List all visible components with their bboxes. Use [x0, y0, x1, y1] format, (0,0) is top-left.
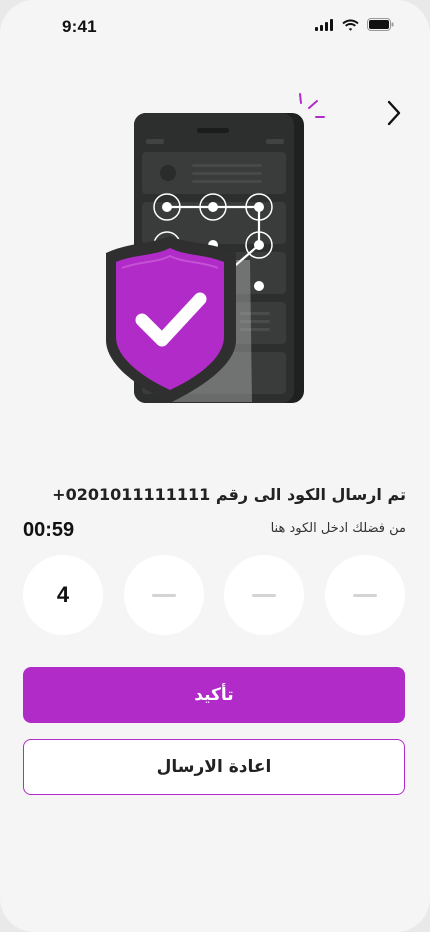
otp-digit-box-2[interactable]	[124, 555, 204, 635]
enter-code-instruction: من فضلك ادخل الكود هنا	[270, 521, 406, 536]
cellular-signal-icon	[315, 18, 333, 31]
sparkle-icon	[299, 93, 325, 118]
empty-digit-placeholder	[353, 593, 377, 597]
code-sent-message: تم ارسال الكود الى رقم 0201011111111+	[52, 485, 406, 504]
wifi-icon	[342, 19, 359, 31]
empty-digit-placeholder	[252, 593, 276, 597]
otp-digit-box-1[interactable]: 4	[23, 555, 103, 635]
otp-digit-value: 4	[56, 582, 70, 607]
battery-icon	[367, 18, 394, 31]
chevron-right-icon[interactable]	[387, 100, 401, 126]
otp-digit-box-3[interactable]	[224, 555, 304, 635]
resend-code-button[interactable]: اعادة الارسال	[23, 739, 405, 795]
otp-digit-box-4[interactable]	[325, 555, 405, 635]
otp-input-group: 4	[23, 555, 405, 635]
status-icons	[315, 18, 394, 31]
countdown-timer: 00:59	[23, 519, 75, 541]
status-time: 9:41	[62, 17, 97, 36]
phone-with-shield-check-illustration	[106, 93, 325, 403]
confirm-button[interactable]: تأكيد	[23, 667, 405, 723]
empty-digit-placeholder	[152, 593, 176, 597]
otp-verification-screen: 9:41 تم ارسال الكود الى رقم 020101111111…	[0, 0, 430, 932]
